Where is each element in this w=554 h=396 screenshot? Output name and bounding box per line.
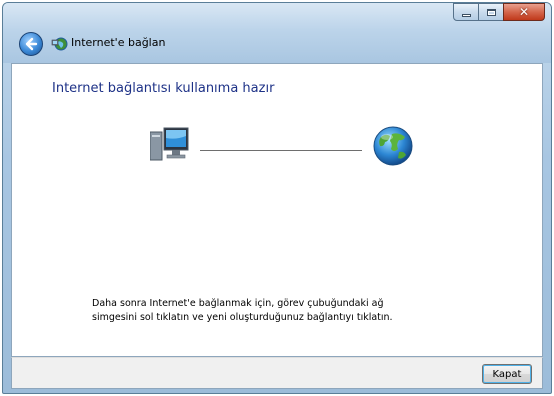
instruction-text: Daha sonra Internet'e bağlanmak için, gö… xyxy=(92,297,492,325)
minimize-icon xyxy=(461,13,471,17)
globe-icon xyxy=(373,126,413,166)
close-icon: ✕ xyxy=(518,5,530,19)
instruction-line-2: simgesini sol tıklatın ve yeni oluşturdu… xyxy=(92,312,393,323)
close-window-button[interactable]: ✕ xyxy=(503,3,545,21)
back-arrow-icon xyxy=(25,37,38,51)
wizard-footer: Kapat xyxy=(11,357,543,389)
title-bar[interactable]: ✕ Internet'e bağlan xyxy=(3,3,551,63)
connection-line xyxy=(200,150,362,151)
window-title: Internet'e bağlan xyxy=(71,36,166,49)
page-title: Internet bağlantısı kullanıma hazır xyxy=(52,81,275,96)
caption-buttons: ✕ xyxy=(453,3,545,21)
wizard-window: ✕ Internet'e bağlan Internet bağlantısı … xyxy=(2,2,552,394)
computer-icon xyxy=(150,127,189,161)
instruction-line-1: Daha sonra Internet'e bağlanmak için, gö… xyxy=(92,298,384,309)
wizard-content: Internet bağlantısı kullanıma hazır Daha… xyxy=(11,63,543,357)
minimize-button[interactable] xyxy=(453,3,479,21)
maximize-icon xyxy=(486,8,496,16)
maximize-button[interactable] xyxy=(478,3,504,21)
network-connection-icon xyxy=(51,37,68,51)
back-button[interactable] xyxy=(19,32,43,56)
close-button[interactable]: Kapat xyxy=(482,364,532,384)
